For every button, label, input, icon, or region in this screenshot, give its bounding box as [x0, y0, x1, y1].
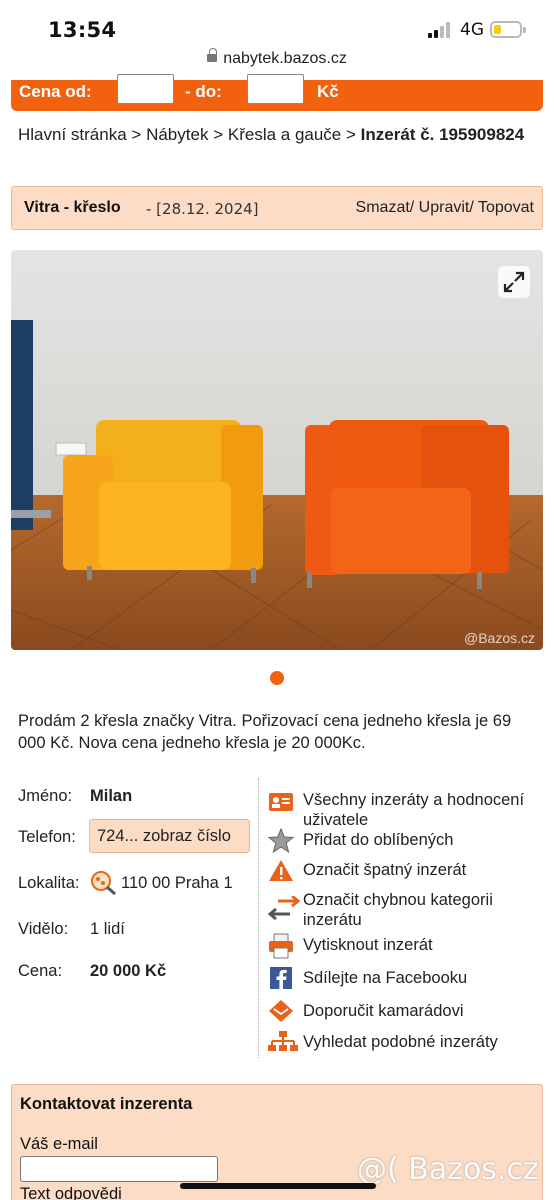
- listing-photo[interactable]: @Bazos.cz: [11, 250, 543, 650]
- envelope-icon: [268, 999, 294, 1025]
- price-to-label: - do:: [185, 82, 222, 101]
- breadcrumb-separator: >: [213, 125, 224, 144]
- battery-icon: [490, 21, 526, 38]
- star-icon: [267, 827, 295, 854]
- location-label: Lokalita:: [18, 874, 80, 892]
- sitemap-icon: [268, 1030, 298, 1056]
- contact-heading: Kontaktovat inzerenta: [20, 1095, 193, 1113]
- network-type: 4G: [460, 20, 484, 40]
- photo-watermark: @Bazos.cz: [463, 630, 535, 646]
- breadcrumb-current: Inzerát č. 195909824: [360, 125, 525, 144]
- show-phone-button[interactable]: 724... zobraz číslo: [89, 819, 250, 853]
- seller-name: Milan: [90, 787, 133, 805]
- map-search-icon[interactable]: [90, 870, 118, 896]
- phone-label: Telefon:: [18, 828, 76, 846]
- reply-text-label: Text odpovědi: [20, 1185, 122, 1200]
- column-divider: [258, 778, 259, 1058]
- report-ad-label: Označit špatný inzerát: [303, 861, 467, 879]
- home-indicator[interactable]: [180, 1183, 376, 1189]
- views-label: Vidělo:: [18, 920, 69, 938]
- swap-arrows-icon: [267, 894, 301, 922]
- signal-icon: [428, 22, 452, 38]
- breadcrumb: Hlavní stránka > Nábytek > Křesla a gauč…: [18, 124, 538, 146]
- email-field[interactable]: [20, 1156, 218, 1182]
- listing-description: Prodám 2 křesla značky Vitra. Pořizovací…: [18, 712, 512, 752]
- listing-title-bar: Vitra - křeslo - [28.12. 2024] Smazat/ U…: [11, 186, 543, 230]
- location-value[interactable]: 110 00 Praha 1: [121, 874, 233, 893]
- price-from-input[interactable]: [117, 74, 174, 104]
- listing-manage-links[interactable]: Smazat/ Upravit/ Topovat: [356, 199, 534, 217]
- status-bar: 13:54 4G: [0, 0, 554, 50]
- fullscreen-expand-icon[interactable]: [498, 266, 530, 298]
- user-card-icon: [268, 788, 294, 814]
- screen-watermark: @( Bazos.cz: [357, 1152, 539, 1187]
- url-text: nabytek.bazos.cz: [223, 50, 347, 67]
- views-count: 1 lidí: [90, 920, 125, 938]
- share-facebook-label: Sdílejte na Facebooku: [303, 969, 468, 987]
- price-from-label: Cena od:: [19, 82, 92, 101]
- price-value: 20 000 Kč: [90, 962, 167, 980]
- listing-title: Vitra - křeslo: [24, 199, 121, 216]
- lock-icon: [207, 48, 218, 64]
- all-user-ads-label: Všechny inzeráty a hodnocení uživatele: [303, 791, 525, 829]
- breadcrumb-separator: >: [131, 125, 142, 144]
- price-to-input[interactable]: [247, 74, 304, 104]
- warning-icon: [268, 858, 294, 884]
- email-label: Váš e-mail: [20, 1135, 98, 1153]
- breadcrumb-separator: >: [346, 125, 356, 144]
- clock: 13:54: [48, 18, 117, 42]
- price-label: Cena:: [18, 962, 63, 980]
- add-to-favorites-label: Přidat do oblíbených: [303, 831, 454, 849]
- currency-label: Kč: [317, 82, 339, 101]
- breadcrumb-subcategory[interactable]: Křesla a gauče: [228, 125, 341, 144]
- find-similar-label: Vyhledat podobné inzeráty: [303, 1033, 498, 1051]
- facebook-icon: [268, 966, 294, 992]
- price-filter-bar: Cena od: - do: Kč: [11, 74, 543, 111]
- breadcrumb-home[interactable]: Hlavní stránka: [18, 125, 127, 144]
- printer-icon: [268, 933, 294, 959]
- name-label: Jméno:: [18, 787, 73, 805]
- listing-date: - [28.12. 2024]: [146, 200, 259, 218]
- recommend-friend-label: Doporučit kamarádovi: [303, 1002, 464, 1020]
- armchairs-image: [11, 250, 543, 650]
- print-ad-label: Vytisknout inzerát: [303, 936, 433, 954]
- breadcrumb-category[interactable]: Nábytek: [146, 125, 208, 144]
- wrong-category-label: Označit chybnou kategorii inzerátu: [303, 891, 493, 929]
- carousel-dot[interactable]: [270, 671, 284, 685]
